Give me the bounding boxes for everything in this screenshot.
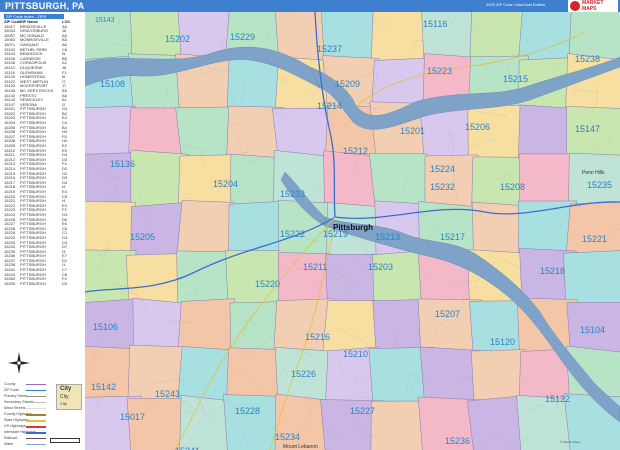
zip-code-label: 15122: [545, 394, 570, 404]
zip-code-label: 15211: [303, 262, 327, 272]
zip-area[interactable]: [278, 252, 331, 306]
legend-line-swatch: [26, 408, 46, 409]
zip-code-label: 15223: [427, 66, 452, 76]
zip-code-label: 15136: [110, 159, 135, 169]
zip-loc-cell: D3: [62, 280, 68, 286]
zip-code-label: 15216: [305, 332, 330, 342]
zip-code-label: 15237: [317, 44, 342, 54]
zip-code-label: 15234: [275, 432, 300, 442]
legend-line-swatch: [26, 438, 46, 439]
legend-label: ZIP Code: [4, 388, 20, 392]
place-label-mount-lebanon: Mount Lebanon: [283, 444, 318, 450]
zip-code-label: 15228: [235, 406, 260, 416]
legend-line-swatch: [26, 444, 46, 445]
logo-globe-icon: [570, 1, 580, 11]
legend-city-major: City: [60, 386, 72, 392]
market-maps-logo: MARKET MAPS: [568, 0, 618, 12]
zip-code-label: 15116: [423, 19, 447, 29]
legend-line-swatch: [26, 432, 46, 434]
legend-city-medium: City: [60, 394, 69, 400]
zip-code-label: 15147: [575, 124, 600, 134]
sidebar: ZIP Code Index - ZIPS ZIP Code ZIP Name …: [0, 12, 86, 450]
zip-code-label: 15227: [350, 406, 375, 416]
zip-code-label: 15143: [95, 17, 115, 24]
zip-name-cell: PITTSBURGH: [20, 281, 46, 286]
compass-rose-icon: [8, 352, 30, 374]
zip-code-label: 15207: [435, 309, 460, 319]
legend-line-swatch: [26, 384, 46, 385]
zip-code-label: 15017: [120, 412, 145, 422]
zip-code-label: 15201: [400, 126, 425, 136]
zip-code-label: 15235: [587, 180, 612, 190]
map-legend: County ZIP Code Primary Street Secondary St…: [4, 380, 82, 450]
zip-code-label: 15209: [335, 79, 360, 89]
copyright-text: © Market Maps: [560, 440, 581, 444]
zip-code-label: 15226: [291, 369, 316, 379]
zip-index-row: 15290 PITTSBURGH D3: [4, 280, 78, 287]
edition-label: 2023 ZIP Code ColorCast Edition: [486, 2, 546, 7]
legend-label: County: [4, 382, 16, 386]
legend-label: Primary Street: [4, 394, 27, 398]
zip-code-label: 15104: [580, 325, 605, 335]
legend-city-minor: City: [60, 401, 67, 406]
zip-code-label: 15214: [317, 101, 342, 111]
zip-code-label: 15210: [343, 349, 368, 359]
zip-code-label: 15241: [175, 446, 200, 450]
zip-code-label: 15233: [280, 189, 305, 199]
legend-line-swatch: [26, 426, 46, 428]
zip-code-label: 15224: [430, 164, 455, 174]
map-title: PITTSBURGH, PA: [5, 1, 85, 11]
zip-code-label: 15205: [130, 232, 155, 242]
logo-text: MARKET MAPS: [582, 0, 604, 12]
zip-code-label: 15208: [500, 182, 525, 192]
zip-code-label: 15204: [213, 179, 238, 189]
zip-code-label: 15221: [582, 234, 607, 244]
zip-area[interactable]: [467, 395, 525, 450]
zip-code-label: 15220: [255, 279, 280, 289]
map-canvas[interactable]: 15143 15202 15229 15237 15116 15223 15238 15108…: [85, 12, 620, 450]
legend-label: US Highways: [4, 424, 26, 428]
legend-line-swatch: [26, 414, 46, 416]
zip-code-label: 15218: [540, 266, 565, 276]
zip-area[interactable]: [370, 12, 430, 67]
zip-code-label: 15232: [430, 182, 455, 192]
zip-code-label: 15222: [280, 229, 305, 239]
zip-code-label: 15243: [155, 389, 180, 399]
legend-label: Water: [4, 442, 14, 446]
place-label-penn-hills: Penn Hills: [582, 170, 605, 176]
zip-code-cell: 15290: [4, 280, 16, 286]
title-bar: PITTSBURGH, PA 2023 ZIP Code ColorCast E…: [0, 0, 620, 12]
zip-code-label: 15213: [375, 232, 400, 242]
zip-code-label: 15215: [503, 74, 528, 84]
zip-code-label: 15206: [465, 122, 490, 132]
zip-code-label: 15229: [230, 32, 255, 42]
legend-line-swatch: [26, 420, 46, 422]
zip-code-label: 15120: [490, 337, 515, 347]
zip-code-label: 15212: [343, 146, 368, 156]
legend-label: Railroad: [4, 436, 18, 440]
zip-code-label: 15238: [575, 54, 600, 64]
scale-bar: [50, 438, 80, 443]
legend-line-swatch: [26, 390, 46, 391]
zip-code-label: 15236: [445, 436, 470, 446]
zip-area[interactable]: [368, 152, 430, 208]
legend-label: Minor Streets: [4, 406, 26, 410]
zip-code-label: 15142: [91, 382, 116, 392]
zip-code-label: 15217: [440, 232, 465, 242]
city-label-pittsburgh: Pittsburgh: [333, 223, 373, 232]
zip-code-label: 15203: [368, 262, 393, 272]
zip-code-label: 15202: [165, 34, 190, 44]
zip-code-label: 15108: [100, 79, 125, 89]
legend-line-swatch: [26, 402, 46, 403]
zip-index-table: ZIP Code ZIP Name LOC 15017 BRIDGEVILLE A6…: [4, 19, 78, 287]
zip-code-label: 15106: [93, 322, 118, 332]
legend-line-swatch: [26, 396, 46, 397]
